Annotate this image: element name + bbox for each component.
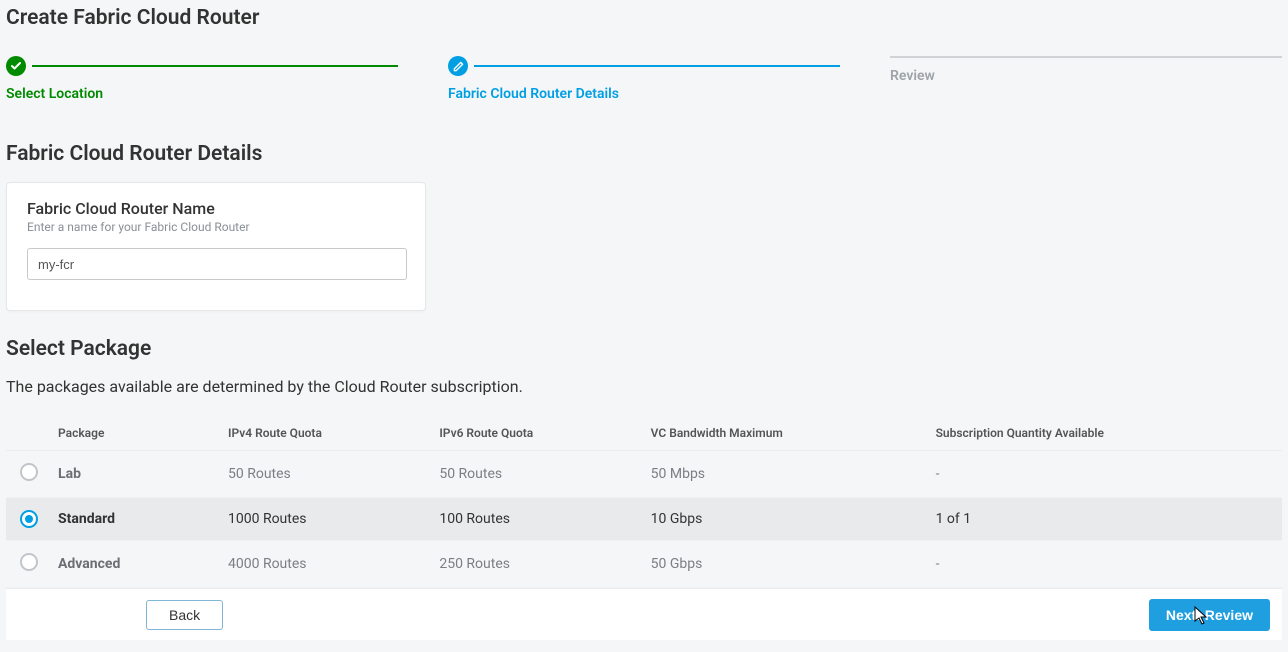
step-label: Select Location xyxy=(6,86,398,102)
stepper: Select Location Fabric Cloud Router Deta… xyxy=(6,56,1282,102)
field-help-name: Enter a name for your Fabric Cloud Route… xyxy=(27,220,405,234)
edit-icon xyxy=(448,56,468,76)
col-radio xyxy=(6,416,50,451)
pkg-vcmax: 50 Gbps xyxy=(643,541,928,588)
step-line xyxy=(32,65,398,67)
pkg-ipv4: 1000 Routes xyxy=(220,498,431,541)
pkg-vcmax: 10 Gbps xyxy=(643,498,928,541)
table-row[interactable]: Lab 50 Routes 50 Routes 50 Mbps - xyxy=(6,451,1282,498)
radio-input[interactable] xyxy=(20,510,38,528)
next-review-button[interactable]: Next: Review xyxy=(1149,599,1270,631)
col-package: Package xyxy=(50,416,220,451)
pkg-subqty: - xyxy=(928,451,1282,498)
pkg-ipv6: 100 Routes xyxy=(431,498,642,541)
step-label: Review xyxy=(890,68,1282,84)
step-line xyxy=(890,56,1282,58)
section-title-details: Fabric Cloud Router Details xyxy=(6,142,1282,166)
pkg-subqty: - xyxy=(928,541,1282,588)
pkg-subqty: 1 of 1 xyxy=(928,498,1282,541)
pkg-ipv4: 50 Routes xyxy=(220,451,431,498)
pkg-vcmax: 50 Mbps xyxy=(643,451,928,498)
radio-input[interactable] xyxy=(20,463,38,481)
col-subqty: Subscription Quantity Available xyxy=(928,416,1282,451)
pkg-ipv6: 250 Routes xyxy=(431,541,642,588)
back-button[interactable]: Back xyxy=(146,600,223,630)
table-row[interactable]: Advanced 4000 Routes 250 Routes 50 Gbps … xyxy=(6,541,1282,588)
section-title-package: Select Package xyxy=(6,337,1282,361)
pkg-name: Lab xyxy=(50,451,220,498)
step-select-location[interactable]: Select Location xyxy=(6,56,398,102)
field-label-name: Fabric Cloud Router Name xyxy=(27,199,405,218)
pkg-ipv4: 4000 Routes xyxy=(220,541,431,588)
section-desc-package: The packages available are determined by… xyxy=(6,377,1282,396)
table-row[interactable]: Standard 1000 Routes 100 Routes 10 Gbps … xyxy=(6,498,1282,541)
fcr-name-input[interactable] xyxy=(27,248,407,280)
radio-input[interactable] xyxy=(20,553,38,571)
name-card: Fabric Cloud Router Name Enter a name fo… xyxy=(6,182,426,311)
pkg-ipv6: 50 Routes xyxy=(431,451,642,498)
check-icon xyxy=(6,56,26,76)
col-ipv4: IPv4 Route Quota xyxy=(220,416,431,451)
page-title: Create Fabric Cloud Router xyxy=(6,6,1282,30)
pkg-name: Advanced xyxy=(50,541,220,588)
col-vcmax: VC Bandwidth Maximum xyxy=(643,416,928,451)
pkg-name: Standard xyxy=(50,498,220,541)
package-table: Package IPv4 Route Quota IPv6 Route Quot… xyxy=(6,416,1282,588)
step-fcr-details[interactable]: Fabric Cloud Router Details xyxy=(448,56,840,102)
step-review: Review xyxy=(890,56,1282,102)
step-label: Fabric Cloud Router Details xyxy=(448,86,840,102)
step-line xyxy=(474,65,840,67)
col-ipv6: IPv6 Route Quota xyxy=(431,416,642,451)
footer-bar: Back Next: Review xyxy=(6,588,1282,640)
